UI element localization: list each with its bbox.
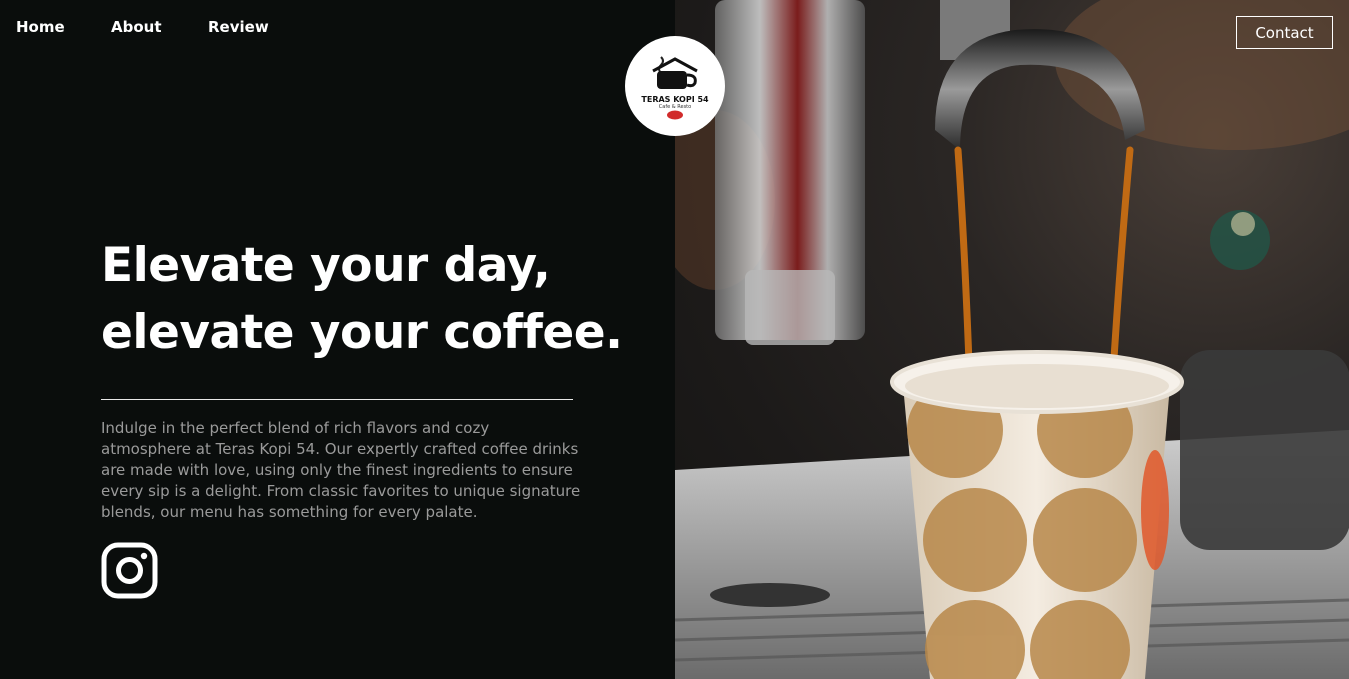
nav-home-link[interactable]: Home: [16, 18, 65, 36]
hero-left-panel: Home About Review Elevate your day, elev…: [0, 0, 675, 679]
hero-description: Indulge in the perfect blend of rich fla…: [101, 419, 581, 521]
hero-coffee-image: [675, 0, 1349, 679]
headline-line-2: elevate your coffee.: [101, 305, 623, 360]
divider: [101, 399, 573, 400]
contact-button[interactable]: Contact: [1236, 16, 1333, 49]
coffee-cup-logo-icon: [652, 55, 698, 89]
instagram-icon[interactable]: [101, 542, 158, 599]
coffee-photo-illustration: [675, 0, 1349, 679]
nav-about-link[interactable]: About: [111, 18, 162, 36]
hero-headline: Elevate your day, elevate your coffee.: [101, 232, 661, 366]
nav-review-link[interactable]: Review: [208, 18, 269, 36]
logo-title: TERAS KOPI 54: [641, 94, 709, 104]
red-badge-icon: [667, 110, 683, 119]
headline-line-1: Elevate your day,: [101, 238, 551, 293]
brand-logo[interactable]: TERAS KOPI 54 Cafe & Resto: [625, 36, 725, 136]
